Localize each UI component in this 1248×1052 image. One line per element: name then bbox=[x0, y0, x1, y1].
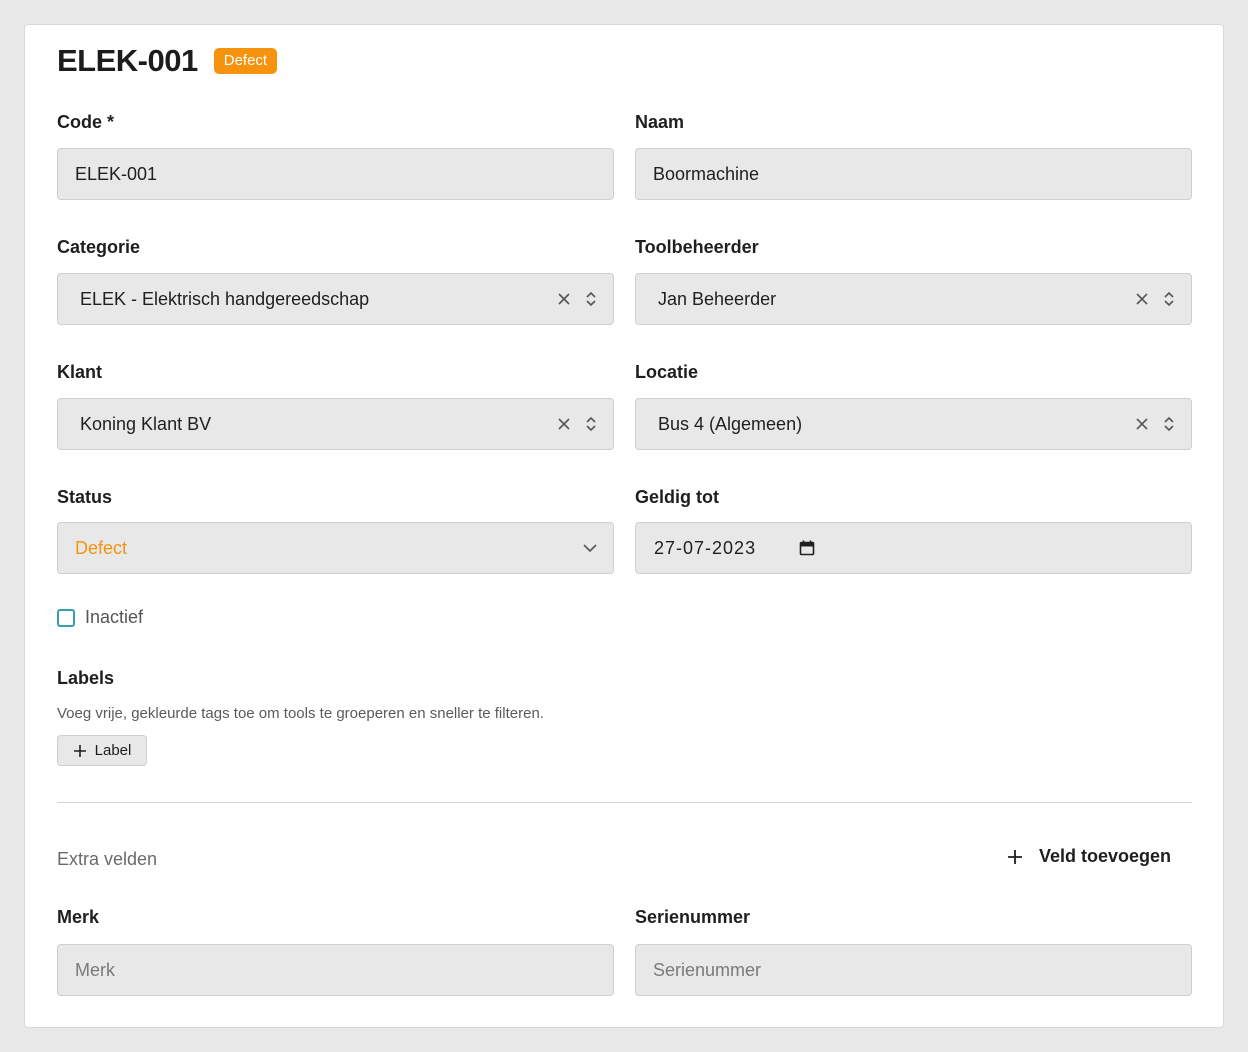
section-divider bbox=[57, 802, 1192, 803]
toolbeheerder-label: Toolbeheerder bbox=[635, 237, 759, 257]
naam-field[interactable]: Boormachine bbox=[635, 148, 1192, 200]
naam-value: Boormachine bbox=[653, 163, 760, 184]
calendar-icon[interactable] bbox=[799, 540, 815, 556]
clear-icon[interactable] bbox=[557, 292, 571, 306]
locatie-label: Locatie bbox=[635, 362, 699, 382]
status-label: Status bbox=[57, 487, 113, 507]
clear-icon[interactable] bbox=[557, 417, 571, 431]
page-header: ELEK-001 Defect bbox=[57, 43, 278, 79]
serienummer-label: Serienummer bbox=[635, 907, 751, 927]
serienummer-placeholder: Serienummer bbox=[653, 959, 762, 980]
clear-icon[interactable] bbox=[1135, 417, 1149, 431]
chevron-updown-icon[interactable] bbox=[585, 290, 597, 308]
inactief-row[interactable]: Inactief bbox=[57, 607, 143, 628]
inactief-checkbox[interactable] bbox=[57, 608, 75, 627]
tool-form-card: ELEK-001 Defect Code * ELEK-001 Naam Boo… bbox=[24, 24, 1224, 1028]
chevron-down-icon[interactable] bbox=[583, 543, 597, 553]
serienummer-field[interactable]: Serienummer bbox=[635, 944, 1192, 996]
categorie-label: Categorie bbox=[57, 237, 141, 257]
geldig-tot-date-input[interactable]: 27-07-2023 bbox=[635, 522, 1192, 574]
categorie-select[interactable]: ELEK - Elektrisch handgereedschap bbox=[57, 273, 614, 325]
naam-label: Naam bbox=[635, 112, 685, 132]
status-select[interactable]: Defect bbox=[57, 522, 614, 574]
merk-placeholder: Merk bbox=[75, 959, 115, 980]
toolbeheerder-value: Jan Beheerder bbox=[658, 288, 777, 309]
page-title: ELEK-001 bbox=[57, 43, 198, 78]
inactief-label: Inactief bbox=[85, 607, 144, 627]
status-value: Defect bbox=[75, 537, 128, 558]
veld-toevoegen-text: Veld toevoegen bbox=[1039, 846, 1172, 866]
toolbeheerder-select[interactable]: Jan Beheerder bbox=[635, 273, 1192, 325]
merk-field[interactable]: Merk bbox=[57, 944, 614, 996]
locatie-value: Bus 4 (Algemeen) bbox=[658, 413, 803, 434]
code-label: Code * bbox=[57, 112, 115, 132]
add-label-text: Label bbox=[94, 742, 132, 759]
status-badge: Defect bbox=[213, 48, 278, 74]
merk-label: Merk bbox=[57, 907, 100, 927]
klant-value: Koning Klant BV bbox=[80, 413, 212, 434]
veld-toevoegen-button[interactable]: Veld toevoegen bbox=[1007, 846, 1171, 867]
geldig-tot-value: 27-07-2023 bbox=[654, 537, 757, 558]
chevron-updown-icon[interactable] bbox=[1163, 290, 1175, 308]
categorie-value: ELEK - Elektrisch handgereedschap bbox=[80, 288, 370, 309]
chevron-updown-icon[interactable] bbox=[1163, 415, 1175, 433]
code-value: ELEK-001 bbox=[75, 163, 158, 184]
labels-help-text: Voeg vrije, gekleurde tags toe om tools … bbox=[57, 705, 544, 722]
chevron-updown-icon[interactable] bbox=[585, 415, 597, 433]
clear-icon[interactable] bbox=[1135, 292, 1149, 306]
code-field[interactable]: ELEK-001 bbox=[57, 148, 614, 200]
labels-heading: Labels bbox=[57, 668, 115, 688]
extra-velden-title: Extra velden bbox=[57, 849, 158, 869]
geldig-tot-label: Geldig tot bbox=[635, 487, 719, 507]
klant-label: Klant bbox=[57, 362, 102, 382]
klant-select[interactable]: Koning Klant BV bbox=[57, 398, 614, 450]
plus-icon bbox=[1007, 849, 1023, 865]
add-label-button[interactable]: Label bbox=[57, 735, 147, 766]
plus-icon bbox=[73, 744, 87, 758]
locatie-select[interactable]: Bus 4 (Algemeen) bbox=[635, 398, 1192, 450]
